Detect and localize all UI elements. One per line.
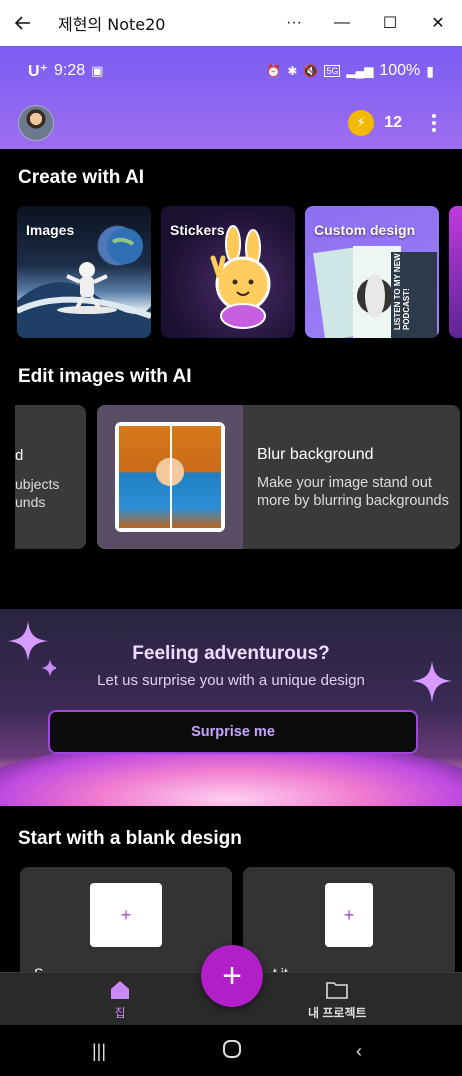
credits-display[interactable]: ⚡ 12	[348, 109, 402, 136]
create-ai-cards: Images Stickers LISTEN TO MY NEW PODCAST…	[17, 206, 462, 338]
carrier-label: U⁺	[28, 63, 48, 80]
banner-title: Feeling adventurous?	[132, 643, 330, 664]
images-card-label: Images	[26, 222, 75, 238]
stickers-card-label: Stickers	[170, 222, 225, 238]
app-header: U⁺ 9:28 ▣ ⏰ ✱ 🔇 5G ▂▄▆ 100% ▮ ⚡ 12	[0, 46, 462, 149]
nav-projects-label: 내 프로젝트	[308, 1006, 367, 1020]
notification-icon: ▣	[91, 63, 104, 78]
custom-poster-text: LISTEN TO MY NEW PODCAST!	[393, 253, 411, 330]
surprise-me-button[interactable]: Surprise me	[48, 710, 418, 754]
nav-home[interactable]: 집	[108, 979, 132, 1021]
images-card[interactable]: Images	[17, 206, 151, 338]
surprise-banner: Feeling adventurous? Let us surprise you…	[0, 609, 462, 806]
bluetooth-icon: ✱	[287, 64, 298, 78]
add-icon: +	[325, 883, 373, 947]
lightning-icon: ⚡	[348, 109, 375, 136]
battery-label: 100%	[379, 62, 421, 79]
banner-subtitle: Let us surprise you with a unique design	[97, 672, 365, 689]
edit-ai-title: Edit images with AI	[18, 366, 192, 387]
back-system-icon[interactable]: ‹	[356, 1041, 362, 1062]
window-minimize-button[interactable]: —	[318, 0, 366, 46]
credits-count: 12	[384, 113, 402, 131]
recent-apps-icon[interactable]: |||	[92, 1041, 106, 1062]
nav-projects[interactable]: 내 프로젝트	[308, 979, 367, 1021]
window-maximize-button[interactable]: ☐	[366, 0, 414, 46]
edit-card-partial-desc: ubjects unds	[15, 476, 60, 510]
window-titlebar: 제현의 Note20 ··· — ☐ ✕	[0, 0, 462, 46]
edit-card-partial-title: d	[15, 447, 24, 464]
window-more-button[interactable]: ···	[270, 0, 318, 46]
stickers-card[interactable]: Stickers	[161, 206, 295, 338]
more-ai-card[interactable]	[449, 206, 462, 338]
edit-ai-cards: d ubjects unds Blur background Make your…	[15, 405, 462, 549]
app-bar: ⚡ 12	[0, 96, 462, 149]
custom-design-card[interactable]: LISTEN TO MY NEW PODCAST! Custom design	[305, 206, 439, 338]
signal-icon: ▂▄▆	[346, 64, 374, 78]
arrow-left-icon	[14, 16, 30, 30]
alarm-icon: ⏰	[266, 64, 282, 78]
mute-icon: 🔇	[303, 64, 319, 78]
clock: 9:28	[54, 62, 86, 79]
window-title: 제현의 Note20	[58, 15, 166, 34]
more-menu-icon[interactable]	[424, 113, 444, 132]
home-system-icon[interactable]	[222, 1039, 242, 1064]
blur-background-title: Blur background	[257, 446, 374, 463]
folder-icon	[326, 982, 349, 999]
blank-design-card[interactable]: + t it	[243, 867, 455, 977]
blur-background-desc: Make your image stand out more by blurri…	[257, 475, 449, 509]
create-ai-title: Create with AI	[18, 167, 144, 188]
window-close-button[interactable]: ✕	[414, 0, 462, 46]
blank-design-title: Start with a blank design	[18, 828, 242, 849]
home-icon	[111, 981, 129, 999]
create-fab-button[interactable]: +	[201, 945, 263, 1007]
system-nav-bar: ||| ‹	[0, 1025, 462, 1076]
edit-card-partial[interactable]: d ubjects unds	[15, 405, 86, 549]
custom-design-card-label: Custom design	[314, 222, 416, 238]
battery-icon: ▮	[426, 62, 434, 79]
blur-background-card[interactable]: Blur background Make your image stand ou…	[97, 405, 460, 549]
blur-background-thumbnail	[115, 422, 225, 532]
blank-design-card[interactable]: + S	[20, 867, 232, 977]
network-label: 5G	[324, 65, 341, 77]
avatar[interactable]	[18, 104, 54, 141]
nav-home-label: 집	[114, 1006, 126, 1020]
back-button[interactable]	[0, 0, 46, 46]
add-icon: +	[90, 883, 162, 947]
status-bar: U⁺ 9:28 ▣ ⏰ ✱ 🔇 5G ▂▄▆ 100% ▮	[0, 46, 462, 96]
